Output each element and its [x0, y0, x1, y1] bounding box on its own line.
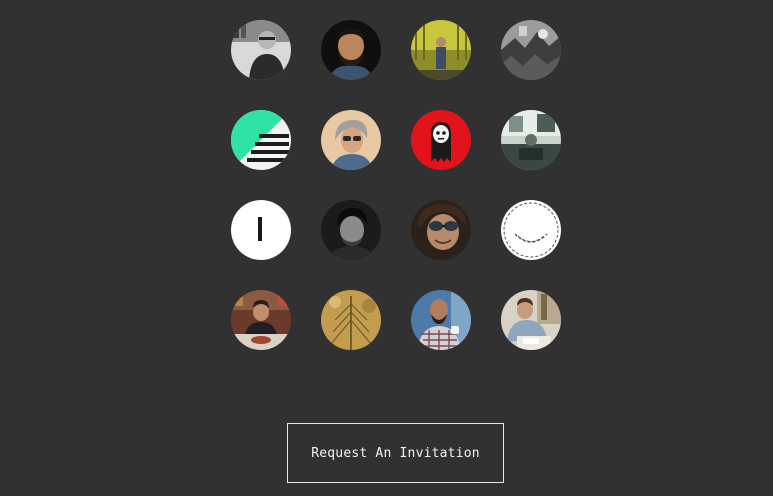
avatar-4[interactable] [501, 20, 561, 80]
avatar-15[interactable] [411, 290, 471, 350]
avatar-5-image [231, 110, 291, 170]
avatar-16[interactable] [501, 290, 561, 350]
avatar-4-image [501, 20, 561, 80]
cta-container: Request An Invitation [287, 423, 504, 483]
avatar-7-image [411, 110, 471, 170]
avatar-5[interactable] [231, 110, 291, 170]
avatar-3-image [411, 20, 471, 80]
avatar-6[interactable] [321, 110, 381, 170]
avatar-1-image [231, 20, 291, 80]
avatar-6-image [321, 110, 381, 170]
page: Request An Invitation [0, 0, 773, 496]
avatar-9[interactable] [231, 200, 291, 260]
avatar-2-image [321, 20, 381, 80]
avatar-3[interactable] [411, 20, 471, 80]
avatar-grid [231, 20, 561, 350]
avatar-8-image [501, 110, 561, 170]
avatar-9-image [231, 200, 291, 260]
avatar-7[interactable] [411, 110, 471, 170]
avatar-13-image [231, 290, 291, 350]
avatar-1[interactable] [231, 20, 291, 80]
avatar-8[interactable] [501, 110, 561, 170]
avatar-13[interactable] [231, 290, 291, 350]
avatar-11-image [411, 200, 471, 260]
avatar-12-image [501, 200, 561, 260]
avatar-15-image [411, 290, 471, 350]
request-invitation-button[interactable]: Request An Invitation [287, 423, 504, 483]
avatar-12[interactable] [501, 200, 561, 260]
avatar-11[interactable] [411, 200, 471, 260]
avatar-2[interactable] [321, 20, 381, 80]
avatar-10[interactable] [321, 200, 381, 260]
avatar-14[interactable] [321, 290, 381, 350]
avatar-14-image [321, 290, 381, 350]
avatar-16-image [501, 290, 561, 350]
avatar-10-image [321, 200, 381, 260]
